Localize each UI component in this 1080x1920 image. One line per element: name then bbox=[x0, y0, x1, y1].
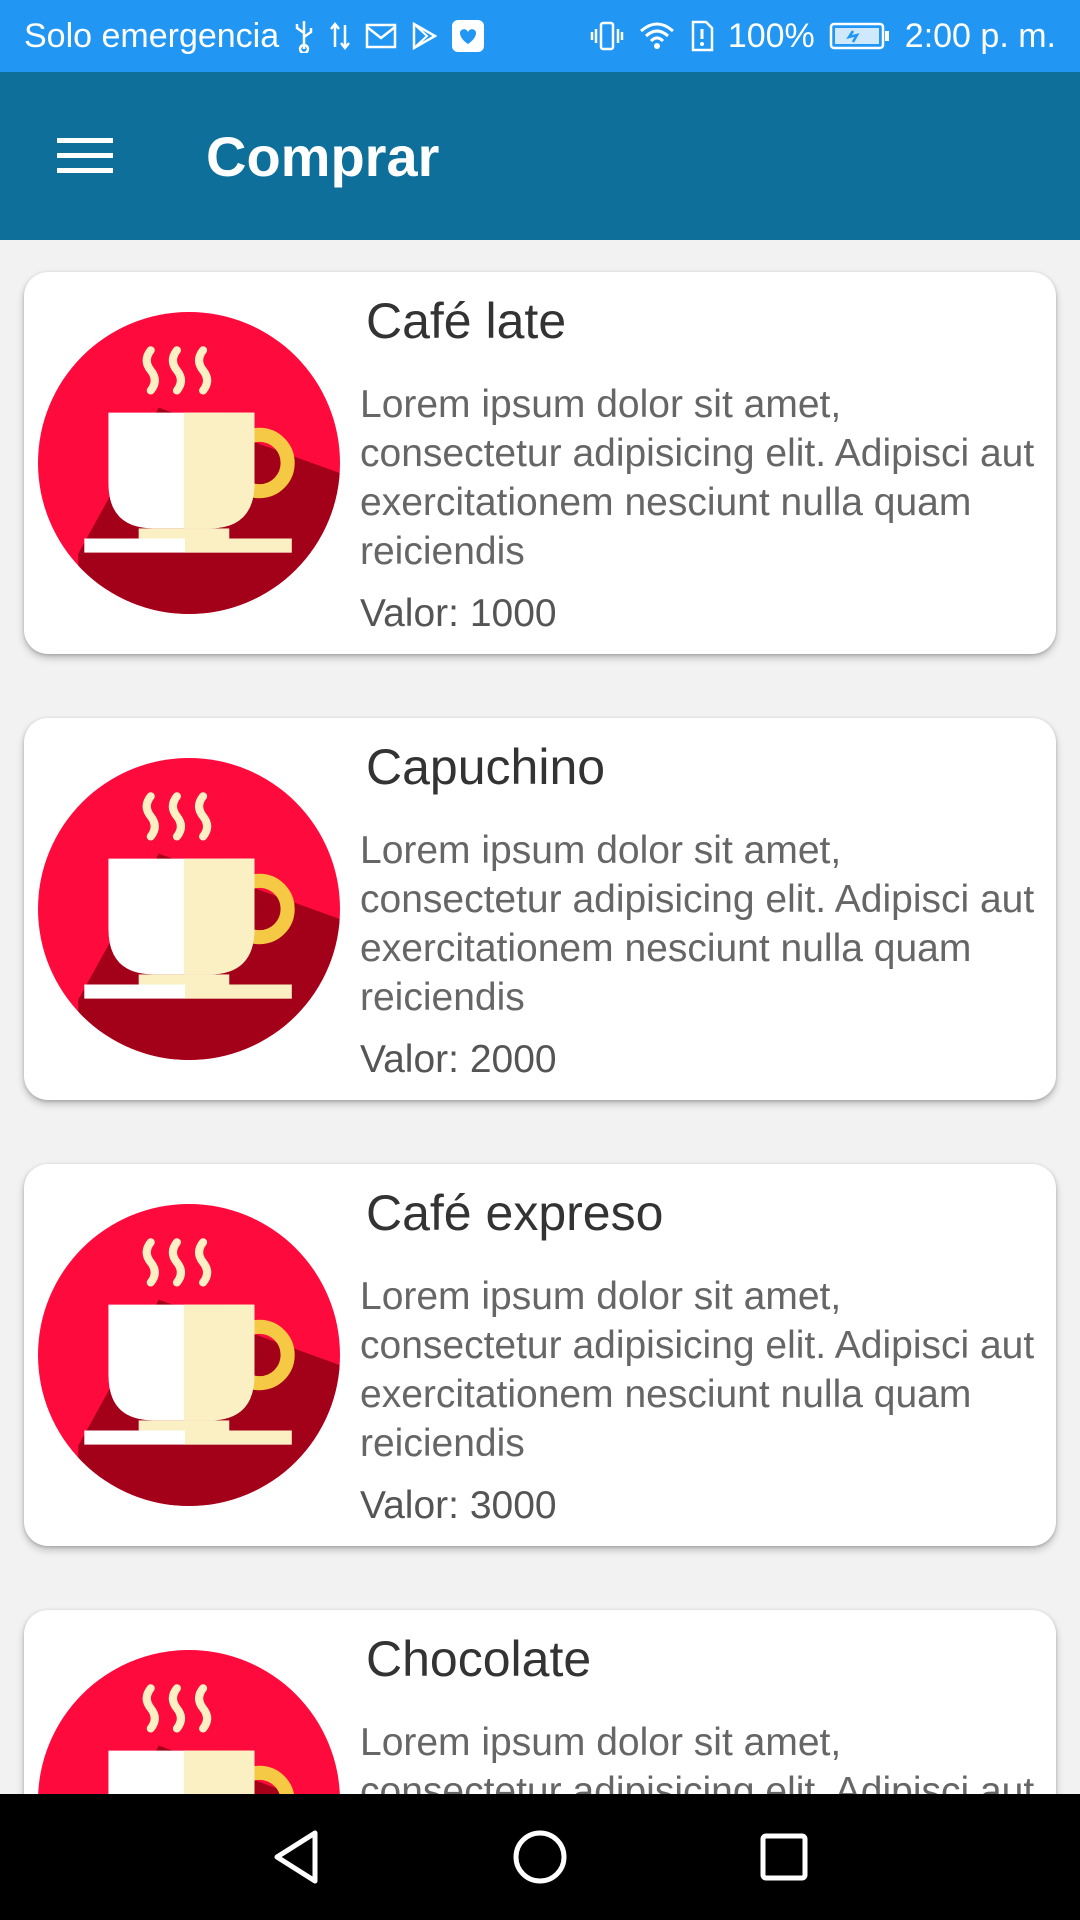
product-name: Chocolate bbox=[366, 1631, 592, 1687]
product-card[interactable]: Chocolate Lorem ipsum dolor sit amet, co… bbox=[24, 1610, 1056, 1794]
product-name: Café expreso bbox=[366, 1185, 664, 1241]
product-description: Lorem ipsum dolor sit amet, consectetur … bbox=[360, 1721, 1035, 1794]
coffee-cup-icon bbox=[38, 1204, 340, 1506]
product-name: Café late bbox=[366, 293, 567, 349]
system-nav-bar bbox=[0, 1794, 1080, 1920]
product-description: Lorem ipsum dolor sit amet, consectetur … bbox=[360, 829, 1035, 1019]
app-bar: Comprar bbox=[0, 72, 1080, 240]
product-description: Lorem ipsum dolor sit amet, consectetur … bbox=[360, 383, 1035, 573]
product-price: Valor: 1000 bbox=[360, 592, 557, 635]
usb-icon bbox=[293, 19, 315, 53]
status-left: Solo emergencia bbox=[24, 17, 485, 56]
home-circle-icon bbox=[513, 1830, 567, 1884]
sim-alert-icon bbox=[690, 20, 714, 52]
product-card[interactable]: Capuchino Lorem ipsum dolor sit amet, co… bbox=[24, 718, 1056, 1100]
page-title: Comprar bbox=[206, 124, 440, 188]
clock: 2:00 p. m. bbox=[904, 16, 1056, 55]
battery-charging-icon bbox=[829, 21, 891, 51]
coffee-cup-icon bbox=[38, 312, 340, 614]
wifi-icon bbox=[638, 21, 676, 51]
data-transfer-icon bbox=[329, 21, 351, 51]
coffee-cup-icon bbox=[38, 758, 340, 1060]
product-list[interactable]: Café late Lorem ipsum dolor sit amet, co… bbox=[0, 240, 1080, 1794]
back-button[interactable] bbox=[264, 1825, 328, 1889]
product-card[interactable]: Café expreso Lorem ipsum dolor sit amet,… bbox=[24, 1164, 1056, 1546]
status-bar: Solo emergencia 100% 2:00 p. m. bbox=[0, 0, 1080, 72]
menu-button[interactable] bbox=[30, 101, 140, 211]
product-price: Valor: 3000 bbox=[360, 1484, 557, 1527]
battery-percent: 100% bbox=[727, 16, 815, 55]
product-name: Capuchino bbox=[366, 739, 606, 795]
hamburger-menu-icon bbox=[57, 138, 113, 173]
product-card[interactable]: Café late Lorem ipsum dolor sit amet, co… bbox=[24, 272, 1056, 654]
recents-square-icon bbox=[760, 1833, 808, 1881]
product-description: Lorem ipsum dolor sit amet, consectetur … bbox=[360, 1275, 1035, 1465]
product-price: Valor: 2000 bbox=[360, 1038, 557, 1081]
status-right: 100% 2:00 p. m. bbox=[590, 17, 1056, 56]
play-store-icon bbox=[411, 22, 438, 50]
mail-icon bbox=[365, 23, 397, 49]
recents-button[interactable] bbox=[752, 1825, 816, 1889]
home-button[interactable] bbox=[508, 1825, 572, 1889]
vibrate-icon bbox=[590, 20, 624, 52]
back-triangle-icon bbox=[274, 1830, 318, 1884]
carrier-label: Solo emergencia bbox=[24, 16, 280, 55]
app-notification-icon bbox=[451, 19, 485, 53]
coffee-cup-icon bbox=[38, 1650, 340, 1794]
